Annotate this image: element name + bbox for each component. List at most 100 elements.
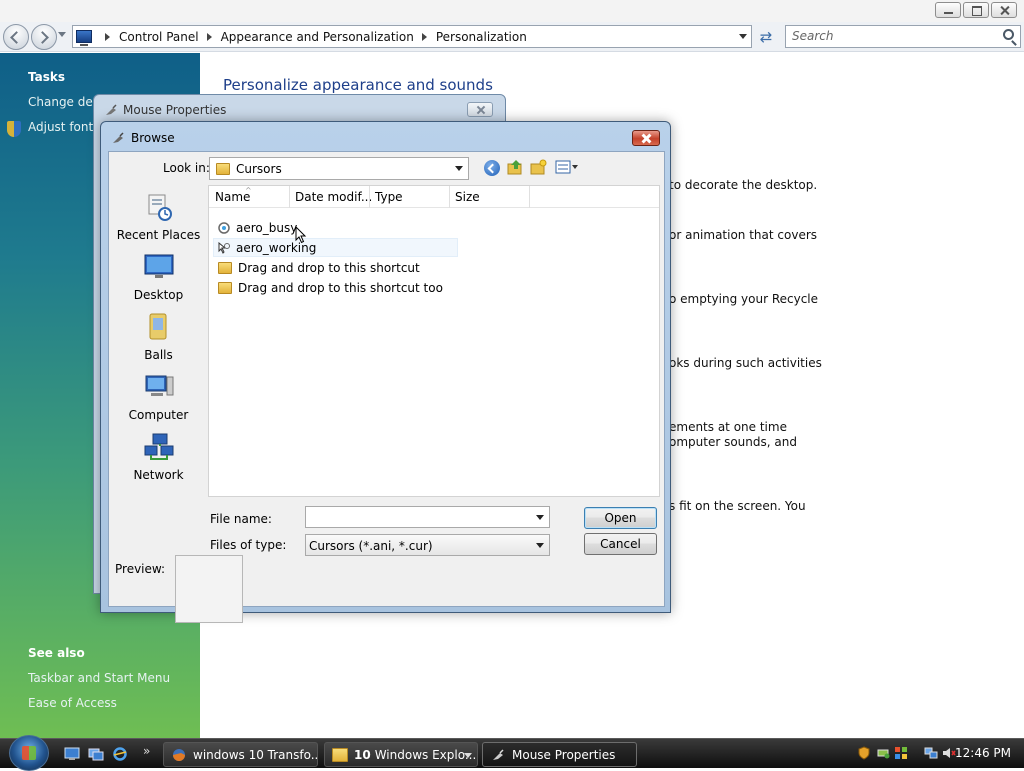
group-dropdown-icon[interactable] [464, 753, 472, 758]
network-icon [144, 433, 173, 460]
look-in-label: Look in: [163, 161, 210, 175]
recent-places-icon [148, 194, 172, 221]
folder-icon [216, 162, 230, 175]
look-in-select[interactable]: Cursors [209, 157, 469, 180]
breadcrumb-separator-icon[interactable] [421, 32, 427, 41]
address-dropdown-icon[interactable] [739, 34, 747, 39]
search-input[interactable]: Search [785, 25, 1021, 48]
taskbar-button-label: windows 10 Transfo... [193, 747, 318, 762]
views-menu-icon[interactable] [555, 159, 579, 175]
mouse-properties-title: Mouse Properties [123, 103, 227, 117]
taskbar-start-menu-link[interactable]: Taskbar and Start Menu [28, 671, 170, 685]
file-row-aero-busy[interactable]: aero_busy [213, 218, 297, 237]
desc-fragment: oks during such activities [669, 356, 822, 370]
breadcrumb-separator-icon[interactable] [105, 32, 110, 41]
browse-close-button[interactable] [632, 130, 660, 146]
look-in-value: Cursors [236, 161, 282, 176]
desc-fragment: ements at one time [669, 420, 787, 434]
place-desktop[interactable]: Desktop [109, 252, 208, 302]
file-list[interactable]: ^ Name Date modif... Type Size aero_busy [208, 185, 660, 497]
up-folder-icon[interactable] [507, 159, 523, 175]
open-button[interactable]: Open [584, 507, 657, 529]
close-button[interactable] [991, 2, 1017, 18]
new-folder-icon[interactable] [530, 159, 547, 175]
window-count-badge: 10 [354, 747, 371, 762]
files-of-type-select[interactable]: Cursors (*.ani, *.cur) [305, 534, 550, 556]
place-label: Network [133, 468, 184, 482]
windows-update-icon[interactable] [894, 746, 908, 760]
ease-of-access-link[interactable]: Ease of Access [28, 696, 117, 710]
column-divider[interactable] [449, 186, 450, 208]
refresh-icon[interactable]: ⇄ [756, 27, 776, 47]
column-divider[interactable] [529, 186, 530, 208]
chevron-down-icon[interactable] [536, 515, 544, 520]
breadcrumb-appearance[interactable]: Appearance and Personalization [221, 30, 414, 44]
file-name: Drag and drop to this shortcut [238, 260, 420, 275]
back-arrow-icon[interactable] [484, 160, 500, 176]
taskbar-button-firefox[interactable]: windows 10 Transfo... [163, 742, 318, 767]
mouse-properties-close-button[interactable] [467, 102, 493, 117]
desktop-icon [144, 254, 173, 278]
place-recent-places[interactable]: Recent Places [109, 192, 208, 242]
mouse-icon [493, 748, 504, 760]
breadcrumb-separator-icon[interactable] [206, 32, 212, 41]
taskbar: » windows 10 Transfo... 10 Windows Explo… [0, 735, 1024, 771]
taskbar-button-mouse-properties[interactable]: Mouse Properties [482, 742, 637, 767]
browse-title: Browse [131, 131, 175, 145]
column-size[interactable]: Size [455, 190, 480, 204]
recent-pages-dropdown[interactable] [58, 32, 66, 37]
minimize-button[interactable] [935, 2, 961, 18]
column-type[interactable]: Type [375, 190, 403, 204]
file-name-input[interactable] [305, 506, 550, 528]
forward-button[interactable] [31, 24, 57, 50]
navigation-bar: Control Panel Appearance and Personaliza… [0, 22, 1024, 52]
address-bar[interactable]: Control Panel Appearance and Personaliza… [72, 25, 752, 48]
quick-launch-more-icon[interactable]: » [143, 744, 150, 758]
files-of-type-label: Files of type: [210, 538, 287, 552]
chevron-down-icon[interactable] [455, 166, 463, 171]
shortcut-folder-icon [218, 261, 232, 274]
desc-fragment: o emptying your Recycle [669, 292, 819, 306]
file-row-shortcut-too[interactable]: Drag and drop to this shortcut too [213, 278, 443, 297]
taskbar-button-label: Mouse Properties [512, 747, 616, 762]
place-label: Balls [144, 348, 173, 362]
task-adjust-font-link[interactable]: Adjust font s [28, 120, 103, 134]
column-name[interactable]: Name [215, 190, 250, 204]
back-button[interactable] [3, 24, 29, 50]
show-desktop-icon[interactable] [64, 747, 80, 761]
security-shield-icon[interactable] [857, 746, 871, 760]
cancel-button[interactable]: Cancel [584, 533, 657, 555]
tasks-heading: Tasks [28, 70, 66, 84]
desc-fragment: or animation that covers [669, 228, 818, 242]
user-folder-icon [149, 313, 166, 340]
place-balls[interactable]: Balls [109, 312, 208, 362]
explorer-titlebar [0, 0, 1024, 22]
safely-remove-icon[interactable] [876, 746, 890, 760]
internet-explorer-icon[interactable] [112, 747, 128, 761]
volume-muted-icon[interactable] [942, 746, 956, 760]
network-status-icon[interactable] [924, 746, 938, 760]
place-network[interactable]: Network [109, 432, 208, 482]
start-button[interactable] [9, 735, 49, 771]
mouse-cursor-icon [295, 226, 307, 244]
maximize-button[interactable] [963, 2, 989, 18]
clock[interactable]: 12:46 PM [955, 746, 1011, 760]
chevron-down-icon[interactable] [536, 543, 544, 548]
breadcrumb-personalization[interactable]: Personalization [436, 30, 527, 44]
file-name-label: File name: [210, 512, 272, 526]
column-date-modified[interactable]: Date modif... [295, 190, 372, 204]
busy-cursor-icon [218, 221, 230, 234]
taskbar-button-windows-explorer[interactable]: 10 Windows Explo... [324, 742, 478, 767]
search-icon[interactable] [1003, 29, 1014, 40]
switch-windows-icon[interactable] [88, 747, 104, 761]
control-panel-icon [76, 30, 92, 46]
breadcrumb-control-panel[interactable]: Control Panel [119, 30, 199, 44]
file-row-aero-working[interactable]: aero_working [213, 238, 458, 257]
file-row-shortcut[interactable]: Drag and drop to this shortcut [213, 258, 420, 277]
column-divider[interactable] [369, 186, 370, 208]
column-divider[interactable] [289, 186, 290, 208]
mouse-pointer-icon [106, 104, 117, 115]
browse-dialog: Browse Look in: Cursors Recent Places De… [100, 121, 671, 623]
folder-icon [218, 281, 232, 294]
place-computer[interactable]: Computer [109, 372, 208, 422]
